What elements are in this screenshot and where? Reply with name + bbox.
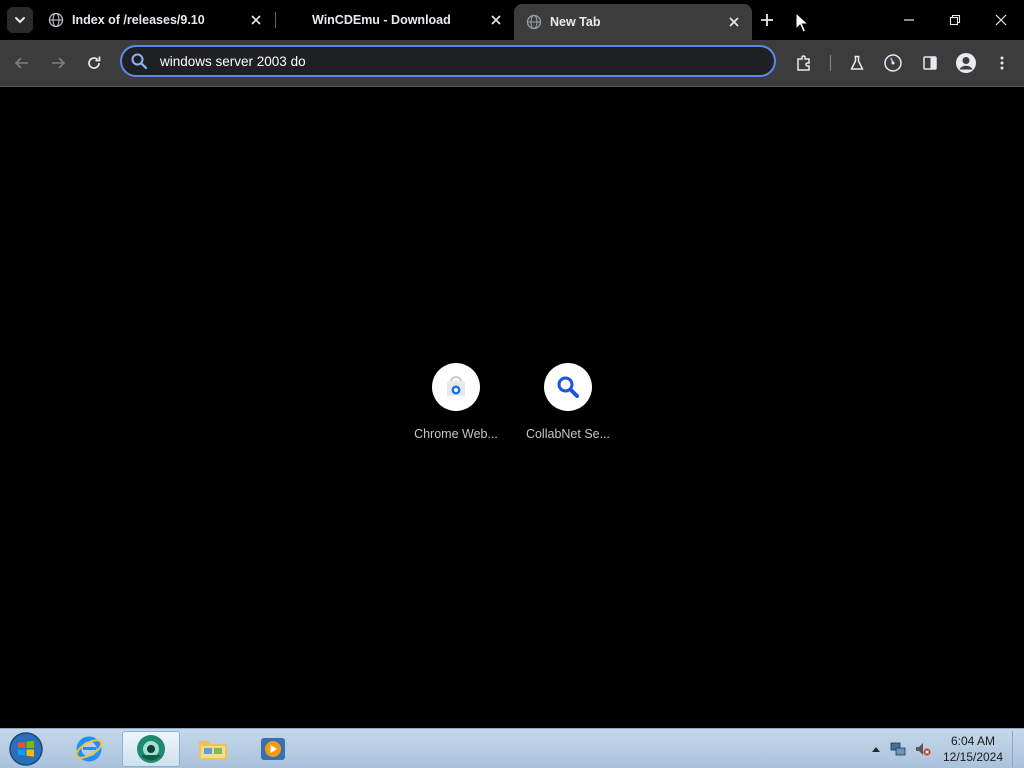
minimize-button[interactable] <box>895 6 923 34</box>
tab-search-button[interactable] <box>7 7 33 33</box>
new-tab-page: Chrome Web... CollabNet Se... <box>0 87 1024 728</box>
volume-tray-button[interactable] <box>915 741 931 757</box>
performance-button[interactable] <box>881 51 905 75</box>
plus-icon <box>761 14 773 26</box>
taskbar-media-player[interactable] <box>244 731 302 767</box>
side-panel-button[interactable] <box>918 51 942 75</box>
close-tab-icon[interactable] <box>488 12 504 28</box>
shortcut-label: Chrome Web... <box>414 427 498 441</box>
arrow-left-icon <box>14 57 28 69</box>
caret-up-icon <box>872 747 880 752</box>
shortcut-chrome-web-store[interactable]: Chrome Web... <box>408 363 504 441</box>
side-panel-icon <box>923 56 937 70</box>
speaker-muted-icon <box>916 743 931 756</box>
close-tab-icon[interactable] <box>726 14 742 30</box>
shortcut-collabnet-search[interactable]: CollabNet Se... <box>520 363 616 441</box>
arrow-right-icon <box>52 57 66 69</box>
media-player-icon <box>261 738 285 760</box>
address-bar[interactable] <box>120 45 776 77</box>
clock-date: 12/15/2024 <box>942 750 1004 764</box>
windows-taskbar: 6:04 AM 12/15/2024 <box>0 728 1024 768</box>
chevron-down-icon <box>15 17 25 24</box>
clock-time: 6:04 AM <box>950 734 996 748</box>
puzzle-icon <box>797 55 810 71</box>
close-window-button[interactable] <box>987 6 1015 34</box>
flask-icon <box>850 55 864 70</box>
search-icon <box>131 53 148 70</box>
tab-title: New Tab <box>550 15 601 29</box>
tab-strip: Index of /releases/9.10 WinCDEmu - Downl… <box>0 0 1024 40</box>
blank-favicon <box>288 12 304 28</box>
speedometer-icon <box>884 54 902 72</box>
network-tray-button[interactable] <box>890 741 906 757</box>
magnifier-icon <box>557 376 579 398</box>
shortcut-label: CollabNet Se... <box>525 427 611 441</box>
close-icon <box>995 14 1007 26</box>
show-hidden-icons-button[interactable] <box>868 741 884 757</box>
globe-icon <box>48 12 64 28</box>
forward-button[interactable] <box>46 51 70 75</box>
kebab-menu-icon <box>1000 56 1004 70</box>
tab-title: WinCDEmu - Download <box>312 13 451 27</box>
folder-icon <box>199 741 227 760</box>
labs-button[interactable] <box>845 51 869 75</box>
tab-new-tab[interactable]: New Tab <box>514 4 752 40</box>
extensions-button[interactable] <box>792 51 816 75</box>
browser-toolbar <box>0 40 1024 87</box>
back-button[interactable] <box>10 51 34 75</box>
close-tab-icon[interactable] <box>248 12 264 28</box>
new-tab-button[interactable] <box>757 10 777 30</box>
reload-icon <box>88 56 101 69</box>
taskbar-internet-explorer[interactable] <box>60 731 118 767</box>
restore-button[interactable] <box>941 6 969 34</box>
tab-wincdemu[interactable]: WinCDEmu - Download <box>276 4 514 36</box>
globe-icon <box>526 14 542 30</box>
start-button[interactable] <box>6 731 46 767</box>
system-clock[interactable]: 6:04 AM 12/15/2024 <box>935 733 1011 765</box>
toolbar-divider <box>830 55 831 71</box>
windows-orb-icon <box>9 732 43 766</box>
menu-button[interactable] <box>990 51 1014 75</box>
browser-icon <box>137 735 165 763</box>
ie-icon <box>75 736 103 762</box>
taskbar-chrome[interactable] <box>122 731 180 767</box>
mouse-cursor-icon <box>795 12 809 33</box>
tab-title: Index of /releases/9.10 <box>72 13 205 27</box>
tab-releases[interactable]: Index of /releases/9.10 <box>36 4 274 36</box>
shortcut-tile <box>432 363 480 411</box>
show-desktop-button[interactable] <box>1012 731 1023 767</box>
taskbar-file-explorer[interactable] <box>184 731 242 767</box>
avatar-icon <box>956 53 976 73</box>
omnibox-input[interactable] <box>158 52 722 70</box>
network-icon <box>890 742 906 756</box>
shortcut-tile <box>544 363 592 411</box>
profile-button[interactable] <box>954 51 978 75</box>
restore-icon <box>949 14 961 26</box>
chrome-web-store-icon <box>447 376 465 396</box>
reload-button[interactable] <box>82 51 106 75</box>
minimize-icon <box>904 19 914 21</box>
